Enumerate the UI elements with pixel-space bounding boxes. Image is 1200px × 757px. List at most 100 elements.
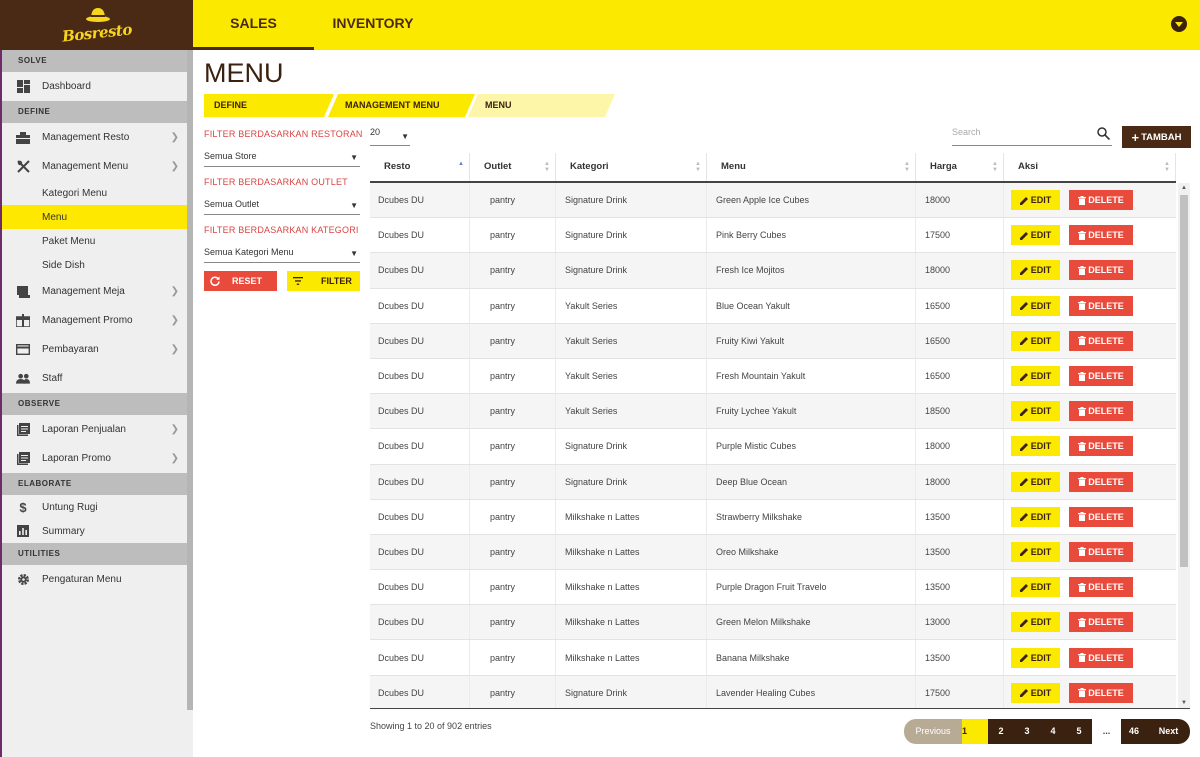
edit-button[interactable]: EDIT (1011, 577, 1060, 598)
sidebar-item-pembayaran[interactable]: Pembayaran ❯ (2, 335, 193, 364)
edit-button[interactable]: EDIT (1011, 330, 1060, 351)
search-icon[interactable] (1097, 127, 1110, 140)
column-header-harga[interactable]: Harga ▲ ▼ (916, 153, 1004, 181)
delete-button[interactable]: DELETE (1069, 612, 1133, 633)
page-button-last[interactable]: 46 (1121, 719, 1147, 744)
table-row: Dcubes DU pantry Signature Drink Lavender H… (370, 675, 1176, 708)
cell-aksi: EDIT DELETE (1004, 535, 1176, 569)
table-row: Dcubes DU pantry Milkshake n Lattes Purple … (370, 570, 1176, 606)
sort-icon: ▲ ▼ (544, 161, 550, 173)
sidebar-item-management-meja[interactable]: Management Meja ❯ (2, 277, 193, 306)
sidebar-item-summary[interactable]: Summary (2, 519, 193, 543)
edit-button[interactable]: EDIT (1011, 541, 1060, 562)
edit-button[interactable]: EDIT (1011, 506, 1060, 527)
column-header-resto[interactable]: Resto ▲ (370, 153, 470, 181)
breadcrumb-define[interactable]: DEFINE (204, 94, 334, 117)
reset-button[interactable]: RESET (204, 271, 277, 291)
delete-button[interactable]: DELETE (1069, 401, 1133, 422)
sidebar-item-dashboard[interactable]: Dashboard (2, 72, 193, 101)
cell-outlet: pantry (470, 464, 556, 499)
edit-button[interactable]: EDIT (1011, 436, 1060, 457)
scroll-up-icon[interactable]: ▲ (1181, 185, 1187, 191)
edit-button[interactable]: EDIT (1011, 401, 1060, 422)
sidebar-subitem-side-dish[interactable]: Side Dish (2, 253, 193, 277)
delete-label: DELETE (1088, 476, 1124, 487)
page-button[interactable]: 3 (1014, 719, 1040, 744)
tab-inventory[interactable]: INVENTORY (314, 0, 432, 50)
edit-button[interactable]: EDIT (1011, 295, 1060, 316)
filter-outlet-select[interactable]: Semua Outlet ▼ (204, 193, 360, 215)
column-header-kategori[interactable]: Kategori ▲ ▼ (556, 153, 707, 181)
cell-kategori: Milkshake n Lattes (556, 570, 707, 605)
edit-button[interactable]: EDIT (1011, 260, 1060, 281)
column-header-outlet[interactable]: Outlet ▲ ▼ (470, 153, 556, 181)
edit-button[interactable]: EDIT (1011, 471, 1060, 492)
sidebar-item-laporan-promo[interactable]: Laporan Promo ❯ (2, 444, 193, 473)
sidebar-item-management-resto[interactable]: Management Resto ❯ (2, 123, 193, 152)
sidebar-subitem-paket-menu[interactable]: Paket Menu (2, 229, 193, 253)
page-button-current[interactable]: 1 (962, 719, 988, 744)
tab-sales[interactable]: SALES (193, 0, 314, 50)
filter-button[interactable]: FILTER (287, 271, 360, 291)
delete-button[interactable]: DELETE (1069, 541, 1133, 562)
caret-down-icon: ▼ (350, 249, 358, 258)
user-menu-dropdown-icon[interactable] (1171, 16, 1187, 32)
sidebar-subitem-menu[interactable]: Menu (2, 205, 193, 229)
delete-button[interactable]: DELETE (1069, 260, 1133, 281)
delete-button[interactable]: DELETE (1069, 225, 1133, 246)
gear-icon (16, 573, 30, 587)
sidebar-item-untung-rugi[interactable]: $ Untung Rugi (2, 495, 193, 519)
column-header-menu[interactable]: Menu ▲ ▼ (707, 153, 916, 181)
column-header-aksi[interactable]: Aksi ▲ ▼ (1004, 153, 1176, 181)
page-button[interactable]: 5 (1066, 719, 1092, 744)
sidebar-subitem-kategori-menu[interactable]: Kategori Menu (2, 181, 193, 205)
search-input[interactable]: Search (952, 124, 1112, 146)
scrollbar-thumb[interactable] (1180, 195, 1188, 567)
edit-button[interactable]: EDIT (1011, 225, 1060, 246)
gift-icon (16, 314, 30, 328)
previous-button[interactable]: Previous (904, 719, 962, 744)
page-length-select[interactable]: 20 ▼ (370, 124, 410, 146)
delete-button[interactable]: DELETE (1069, 366, 1133, 387)
delete-button[interactable]: DELETE (1069, 682, 1133, 703)
delete-button[interactable]: DELETE (1069, 506, 1133, 527)
cell-aksi: EDIT DELETE (1004, 570, 1176, 604)
filter-kategori-select[interactable]: Semua Kategori Menu ▼ (204, 241, 360, 263)
filter-restoran-select[interactable]: Semua Store ▼ (204, 145, 360, 167)
delete-button[interactable]: DELETE (1069, 436, 1133, 457)
cell-outlet: pantry (470, 640, 556, 675)
page-button[interactable]: 2 (988, 719, 1014, 744)
cell-kategori: Signature Drink (556, 218, 707, 253)
chevron-right-icon: ❯ (170, 315, 179, 326)
pencil-icon (1019, 337, 1028, 346)
edit-button[interactable]: EDIT (1011, 190, 1060, 211)
edit-button[interactable]: EDIT (1011, 682, 1060, 703)
delete-label: DELETE (1088, 371, 1124, 382)
page-button[interactable]: 4 (1040, 719, 1066, 744)
scroll-down-icon[interactable]: ▼ (1181, 700, 1187, 706)
sidebar-item-management-promo[interactable]: Management Promo ❯ (2, 306, 193, 335)
sidebar-item-pengaturan-menu[interactable]: Pengaturan Menu (2, 565, 193, 594)
sidebar-item-management-menu[interactable]: Management Menu ❯ (2, 152, 193, 181)
delete-button[interactable]: DELETE (1069, 295, 1133, 316)
sidebar-item-laporan-penjualan[interactable]: Laporan Penjualan ❯ (2, 415, 193, 444)
brand-logo[interactable]: Bosresto (0, 0, 193, 50)
filter-outlet-value: Semua Outlet (204, 199, 260, 209)
edit-button[interactable]: EDIT (1011, 647, 1060, 668)
next-button[interactable]: Next (1147, 719, 1190, 744)
pencil-icon (1019, 231, 1028, 240)
delete-button[interactable]: DELETE (1069, 647, 1133, 668)
filter-restoran-label: FILTER BERDASARKAN RESTORAN (204, 129, 363, 139)
cell-outlet: pantry (470, 429, 556, 464)
breadcrumb-management-menu[interactable]: MANAGEMENT MENU (328, 94, 475, 117)
edit-button[interactable]: EDIT (1011, 366, 1060, 387)
delete-button[interactable]: DELETE (1069, 471, 1133, 492)
cell-harga: 17500 (916, 218, 1004, 253)
table-scrollbar[interactable]: ▲ ▼ (1178, 183, 1190, 708)
add-menu-button[interactable]: + TAMBAH (1122, 126, 1191, 148)
delete-button[interactable]: DELETE (1069, 577, 1133, 598)
delete-button[interactable]: DELETE (1069, 330, 1133, 351)
edit-button[interactable]: EDIT (1011, 612, 1060, 633)
delete-button[interactable]: DELETE (1069, 190, 1133, 211)
sidebar-item-staff[interactable]: Staff (2, 364, 193, 393)
